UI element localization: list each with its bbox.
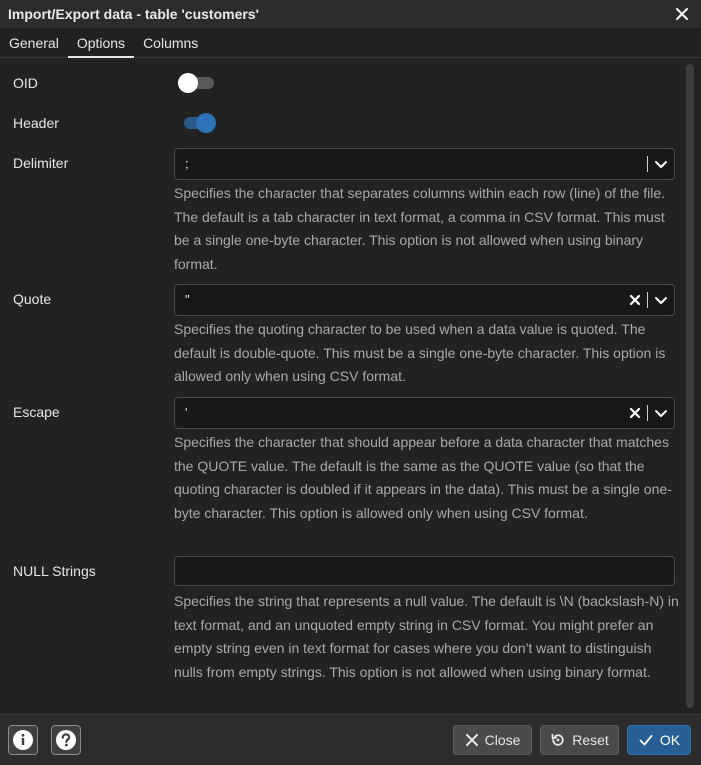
close-button-label: Close [484, 732, 521, 748]
select-separator [647, 156, 648, 172]
delimiter-label: Delimiter [13, 155, 69, 171]
delimiter-select[interactable]: ; [174, 148, 675, 180]
close-icon[interactable] [671, 3, 693, 25]
scrollbar[interactable] [686, 64, 694, 708]
chevron-down-icon[interactable] [654, 293, 668, 307]
close-button[interactable]: Close [453, 725, 532, 755]
clear-icon[interactable] [629, 407, 641, 419]
oid-label: OID [13, 75, 38, 91]
escape-label: Escape [13, 404, 60, 420]
dialog-title: Import/Export data - table 'customers' [8, 6, 259, 22]
close-icon [465, 733, 479, 747]
chevron-down-icon[interactable] [654, 157, 668, 171]
quote-help: Specifies the quoting character to be us… [174, 321, 666, 384]
tab-bar: General Options Columns [0, 28, 701, 58]
null-strings-label: NULL Strings [13, 563, 96, 579]
select-separator [647, 405, 648, 421]
select-separator [647, 292, 648, 308]
reset-icon [550, 732, 566, 748]
import-export-dialog: Import/Export data - table 'customers' G… [0, 0, 701, 765]
header-toggle[interactable] [178, 111, 216, 133]
reset-button-label: Reset [572, 732, 609, 748]
oid-toggle[interactable] [178, 71, 216, 93]
info-button[interactable] [8, 725, 38, 755]
null-strings-input[interactable] [174, 556, 675, 586]
ok-button-label: OK [659, 732, 681, 748]
tab-columns[interactable]: Columns [134, 28, 207, 57]
help-icon [55, 729, 77, 751]
clear-icon[interactable] [629, 294, 641, 306]
escape-value: ' [185, 405, 188, 420]
title-bar: Import/Export data - table 'customers' [0, 0, 701, 28]
options-panel: OID Header Delimiter ; Specifies the cha… [0, 59, 684, 713]
help-button[interactable] [51, 725, 81, 755]
header-label: Header [13, 115, 59, 131]
quote-value: " [185, 292, 190, 307]
dialog-footer: Close Reset OK [0, 714, 701, 765]
ok-button[interactable]: OK [627, 725, 691, 755]
info-icon [12, 729, 34, 751]
tab-options[interactable]: Options [67, 28, 135, 58]
quote-label: Quote [13, 291, 52, 307]
quote-select[interactable]: " [174, 284, 675, 316]
null-strings-help: Specifies the string that represents a n… [174, 593, 679, 680]
tab-general[interactable]: General [0, 28, 68, 57]
delimiter-help: Specifies the character that separates c… [174, 185, 666, 272]
escape-help: Specifies the character that should appe… [174, 434, 672, 521]
chevron-down-icon[interactable] [654, 406, 668, 420]
check-icon [638, 732, 654, 748]
escape-select[interactable]: ' [174, 397, 675, 429]
reset-button[interactable]: Reset [540, 725, 619, 755]
delimiter-value: ; [185, 156, 189, 171]
